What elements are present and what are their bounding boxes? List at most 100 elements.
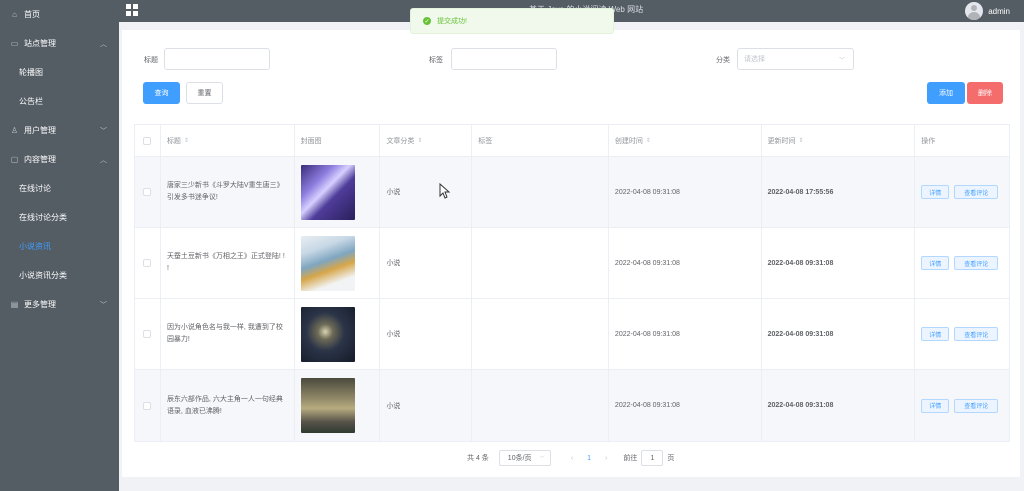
pagination-total: 共 4 条 [467, 455, 489, 462]
sidebar-sub-novel-news[interactable]: 小说资讯 [0, 232, 119, 261]
category-select-placeholder: 请选择 [744, 56, 765, 63]
sidebar-sub-discussion[interactable]: 在线讨论 [0, 174, 119, 203]
main-panel: 标题 标签 分类 请选择 ﹀ 查询 重置 添加 删除 标题 ⇕ 封面图 文章分类 ⇕… [122, 30, 1020, 477]
more-icon: ▤ [10, 300, 19, 309]
add-button[interactable]: 添加 [927, 82, 965, 104]
cover-image [300, 164, 355, 220]
category-select[interactable]: 请选择 ﹀ [737, 48, 854, 70]
view-comments-button[interactable]: 查看评论 [954, 256, 999, 270]
goto-prefix: 前往 [623, 455, 638, 462]
row-tag [472, 299, 609, 369]
column-header-title[interactable]: 标题 ⇕ [161, 125, 295, 156]
row-tag [472, 370, 609, 441]
cover-image [300, 306, 355, 362]
sidebar-item-users[interactable]: ♙ 用户管理 ﹀ [0, 116, 119, 145]
sort-icon: ⇕ [645, 138, 651, 144]
column-header-cover: 封面图 [295, 125, 381, 156]
next-page-icon[interactable]: › [605, 455, 607, 462]
row-title: 因为小说角色名与我一样, 我遭到了校园暴力! [166, 324, 283, 343]
detail-button[interactable]: 详情 [921, 256, 950, 270]
column-header-tag: 标签 [472, 125, 609, 156]
title-filter-input[interactable] [164, 48, 270, 70]
goto-page-input[interactable]: 1 [641, 450, 664, 466]
view-comments-button[interactable]: 查看评论 [954, 327, 999, 341]
column-header-created[interactable]: 创建时间 ⇕ [609, 125, 762, 156]
table-row: 唐家三少新书《斗罗大陆V重生唐三》引发多书迷争议! 小说 2022-04-08 … [135, 157, 1009, 228]
row-checkbox[interactable] [143, 259, 152, 267]
chevron-down-icon: ﹀ [539, 455, 545, 462]
row-created: 2022-04-08 09:31:08 [609, 157, 762, 227]
chevron-up-icon: ︿ [100, 156, 107, 164]
row-category: 小说 [380, 228, 473, 298]
page-size-value: 10条/页 [507, 455, 532, 462]
home-icon: ⌂ [12, 10, 17, 19]
row-created: 2022-04-08 09:31:08 [609, 370, 762, 441]
sort-icon: ⇕ [798, 138, 804, 144]
avatar [965, 2, 984, 20]
monitor-icon: ▭ [10, 39, 19, 48]
tag-filter-input[interactable] [451, 48, 557, 70]
detail-button[interactable]: 详情 [921, 327, 950, 341]
chevron-down-icon: ﹀ [100, 301, 107, 309]
sidebar-item-content[interactable]: ▢ 内容管理 ︿ [0, 145, 119, 174]
table-row: 辰东六部作品, 六大主角一人一句经典语录, 血液已沸腾! 小说 2022-04-… [135, 370, 1009, 441]
success-toast: ✓ 提交成功! [410, 8, 614, 34]
pagination: 共 4 条 10条/页 ﹀ ‹ 1 › 前往 1 页 [467, 450, 674, 466]
column-header-updated[interactable]: 更新时间 ⇕ [762, 125, 916, 156]
row-created: 2022-04-08 09:31:08 [609, 228, 762, 298]
page-number[interactable]: 1 [587, 455, 591, 462]
row-created: 2022-04-08 09:31:08 [609, 299, 762, 369]
view-comments-button[interactable]: 查看评论 [954, 185, 999, 199]
sidebar-sub-notice[interactable]: 公告栏 [0, 87, 119, 116]
sort-icon: ⇕ [183, 138, 189, 144]
menu-grid-icon[interactable] [126, 4, 138, 16]
table-row: 天蚕土豆新书《万相之王》正式登陆! ! ! 小说 2022-04-08 09:3… [135, 228, 1009, 299]
chevron-up-icon: ︿ [100, 40, 107, 48]
tag-filter-label: 标签 [429, 57, 443, 64]
row-title: 辰东六部作品, 六大主角一人一句经典语录, 血液已沸腾! [166, 395, 283, 415]
user-menu[interactable]: admin [965, 0, 1010, 22]
sidebar-sub-discussion-category[interactable]: 在线讨论分类 [0, 203, 119, 232]
sidebar-sub-carousel[interactable]: 轮播图 [0, 58, 119, 87]
sidebar-item-label: 内容管理 [24, 155, 56, 164]
detail-button[interactable]: 详情 [921, 398, 950, 413]
row-updated: 2022-04-08 09:31:08 [762, 228, 916, 298]
sidebar-item-site[interactable]: ▭ 站点管理 ︿ [0, 29, 119, 58]
row-checkbox[interactable] [143, 188, 152, 196]
sort-icon: ⇕ [417, 138, 423, 144]
row-checkbox[interactable] [143, 330, 152, 338]
row-updated: 2022-04-08 09:31:08 [762, 370, 916, 441]
column-header-category[interactable]: 文章分类 ⇕ [380, 125, 473, 156]
row-tag [472, 157, 609, 227]
column-header-actions: 操作 [921, 137, 936, 145]
prev-page-icon[interactable]: ‹ [571, 455, 573, 462]
row-checkbox[interactable] [143, 401, 152, 410]
user-icon: ♙ [10, 126, 19, 135]
goto-suffix: 页 [667, 455, 675, 462]
delete-button[interactable]: 删除 [967, 82, 1003, 104]
query-button[interactable]: 查询 [143, 82, 180, 104]
sidebar-item-more[interactable]: ▤ 更多管理 ﹀ [0, 290, 119, 319]
row-updated: 2022-04-08 09:31:08 [762, 299, 916, 369]
view-comments-button[interactable]: 查看评论 [954, 398, 999, 413]
sidebar-item-label: 用户管理 [24, 126, 56, 135]
sidebar-item-label: 更多管理 [24, 300, 56, 309]
reset-button[interactable]: 重置 [186, 82, 223, 104]
page-size-select[interactable]: 10条/页 ﹀ [498, 450, 551, 466]
row-tag [472, 228, 609, 298]
row-updated: 2022-04-08 17:55:56 [762, 157, 916, 227]
table-row: 因为小说角色名与我一样, 我遭到了校园暴力! 小说 2022-04-08 09:… [135, 299, 1009, 370]
mouse-cursor-icon [439, 183, 451, 199]
chevron-down-icon: ﹀ [100, 127, 107, 135]
sidebar-sub-novel-news-category[interactable]: 小说资讯分类 [0, 261, 119, 290]
row-title: 唐家三少新书《斗罗大陆V重生唐三》引发多书迷争议! [166, 182, 284, 201]
chat-icon: ▢ [10, 155, 19, 164]
detail-button[interactable]: 详情 [921, 185, 950, 199]
data-table: 标题 ⇕ 封面图 文章分类 ⇕ 标签 创建时间 ⇕ 更新时间 ⇕ 操作 唐家三少新书《斗… [134, 124, 1010, 442]
sidebar-item-home[interactable]: ⌂ 首页 [0, 0, 119, 29]
username: admin [988, 6, 1010, 16]
toast-text: 提交成功! [437, 18, 467, 25]
select-all-checkbox[interactable] [143, 136, 152, 145]
title-filter-label: 标题 [144, 57, 158, 64]
sidebar-item-label: 首页 [24, 10, 40, 19]
